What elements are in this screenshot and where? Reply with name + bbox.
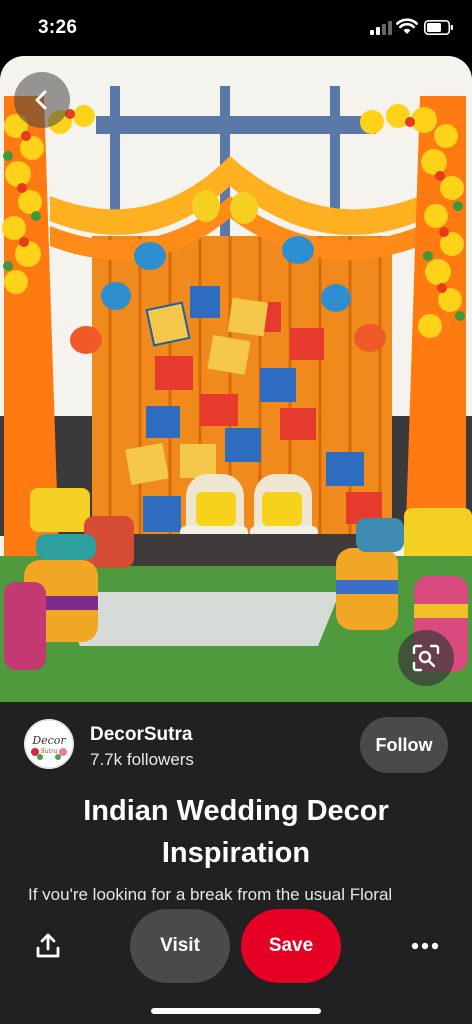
back-button[interactable]: [14, 72, 70, 128]
save-button[interactable]: Save: [241, 909, 341, 983]
svg-text:Sutra: Sutra: [41, 748, 58, 755]
pin-title: Indian Wedding Decor Inspiration: [83, 795, 389, 869]
more-options-icon[interactable]: [408, 934, 442, 958]
creator-avatar[interactable]: Decor Sutra: [24, 719, 74, 769]
wifi-icon: [396, 18, 418, 34]
visit-button[interactable]: Visit: [130, 909, 230, 983]
share-icon[interactable]: [34, 932, 62, 960]
svg-text:Decor: Decor: [31, 734, 66, 747]
follower-count: 7.7k followers: [90, 750, 194, 769]
creator-name[interactable]: DecorSutra: [90, 724, 192, 746]
pin-description[interactable]: If you're looking for a break from the u…: [28, 882, 458, 900]
pin-card: Decor Sutra DecorSutra 7.7k followers Fo…: [0, 56, 472, 1024]
decor-photo: [0, 56, 472, 702]
decorsutra-logo: Decor Sutra: [24, 719, 74, 769]
cellular-signal-icon: [370, 21, 392, 35]
chevron-left-icon: [35, 90, 47, 110]
lens-search-icon: [412, 644, 440, 672]
status-time: 3:26: [38, 17, 78, 38]
home-indicator[interactable]: [151, 1008, 321, 1014]
status-bar: 3:26: [0, 0, 472, 56]
battery-icon: [424, 20, 453, 35]
creator-profile: Decor Sutra DecorSutra 7.7k followers Fo…: [24, 717, 448, 775]
follow-button[interactable]: Follow: [360, 717, 448, 773]
visual-search-button[interactable]: [398, 630, 454, 686]
action-bar: Visit Save: [0, 902, 472, 990]
pin-image[interactable]: [0, 56, 472, 702]
